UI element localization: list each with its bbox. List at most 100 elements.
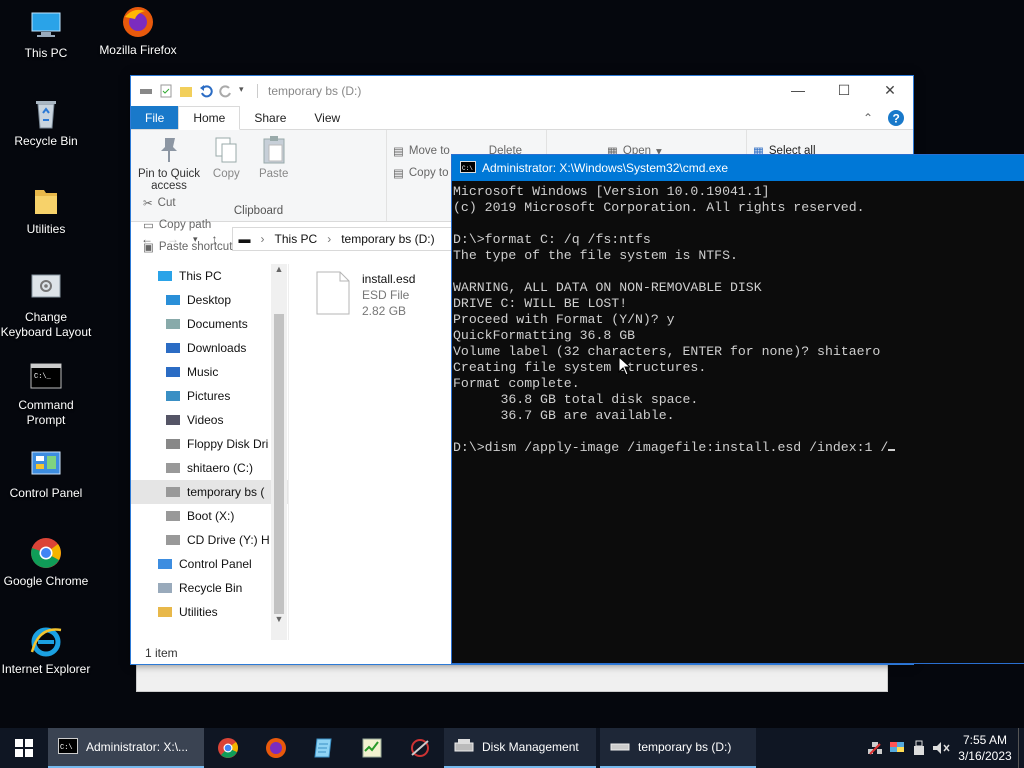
paste-shortcut-button[interactable]: ▣ Paste shortcut bbox=[143, 236, 232, 258]
nav-item-label: Utilities bbox=[179, 605, 218, 619]
nav-item[interactable]: CD Drive (Y:) H bbox=[131, 528, 288, 552]
tab-file[interactable]: File bbox=[131, 106, 179, 129]
task-manager-icon bbox=[362, 738, 382, 758]
scroll-up-icon[interactable]: ▲ bbox=[271, 264, 287, 274]
cmd-line: The type of the file system is NTFS. bbox=[453, 248, 1024, 264]
nav-scrollbar[interactable]: ▲ ▼ bbox=[271, 264, 287, 640]
copy-button[interactable]: Copy bbox=[204, 134, 248, 180]
drive-icon bbox=[165, 485, 181, 499]
nav-item[interactable]: Pictures bbox=[131, 384, 288, 408]
tab-home[interactable]: Home bbox=[178, 106, 241, 130]
svg-text:?: ? bbox=[893, 111, 900, 125]
paste-button[interactable]: Paste bbox=[252, 134, 296, 180]
taskbar-pin-task-manager[interactable] bbox=[348, 728, 396, 768]
network-icon[interactable] bbox=[864, 728, 886, 768]
clock-date: 3/16/2023 bbox=[958, 749, 1012, 763]
pin-to-quick-access-button[interactable]: Pin to Quick access bbox=[137, 134, 201, 192]
nav-item[interactable]: Music bbox=[131, 360, 288, 384]
start-button[interactable] bbox=[0, 728, 48, 768]
nav-item[interactable]: shitaero (C:) bbox=[131, 456, 288, 480]
copy-path-button[interactable]: ▭ Copy path bbox=[143, 214, 232, 236]
maximize-button[interactable]: ☐ bbox=[821, 76, 867, 104]
desktop-icon-chrome[interactable]: Google Chrome bbox=[0, 536, 92, 589]
nav-item-label: CD Drive (Y:) H bbox=[187, 533, 270, 547]
display-icon[interactable] bbox=[886, 728, 908, 768]
show-desktop-button[interactable] bbox=[1018, 728, 1024, 768]
tab-view[interactable]: View bbox=[300, 106, 354, 129]
desktop-icon-utilities[interactable]: Utilities bbox=[0, 184, 92, 237]
nav-item[interactable]: Boot (X:) bbox=[131, 504, 288, 528]
cmd-line-text: 36.8 GB total disk space. bbox=[453, 392, 699, 407]
usb-device-icon[interactable] bbox=[908, 728, 930, 768]
nav-item[interactable]: Videos bbox=[131, 408, 288, 432]
music-icon bbox=[165, 365, 181, 379]
desktop-icon-label: Internet Explorer bbox=[1, 662, 91, 676]
copy-to-label: Copy to bbox=[408, 167, 449, 179]
scroll-thumb[interactable] bbox=[274, 314, 284, 614]
nav-item[interactable]: Control Panel bbox=[131, 552, 288, 576]
desktop-icon-this-pc[interactable]: This PC bbox=[0, 8, 92, 61]
redo-icon[interactable] bbox=[219, 84, 233, 98]
desktop-icon-control-panel[interactable]: Control Panel bbox=[0, 448, 92, 501]
cmd-line-text: Format complete. bbox=[453, 376, 580, 391]
paste-shortcut-label: Paste shortcut bbox=[158, 241, 233, 253]
desktop-icon-label: This PC bbox=[24, 46, 68, 60]
properties-icon[interactable] bbox=[159, 84, 173, 98]
nav-item[interactable]: Recycle Bin bbox=[131, 576, 288, 600]
desktop-icon-command-prompt[interactable]: C:\_ Command Prompt bbox=[0, 360, 92, 428]
taskbar-item-explorer[interactable]: temporary bs (D:) bbox=[600, 728, 756, 768]
recycle-bin-icon bbox=[29, 96, 63, 130]
taskbar-pin-chrome[interactable] bbox=[204, 728, 252, 768]
chevron-down-icon[interactable]: ▾ bbox=[239, 84, 247, 98]
collapse-ribbon-icon[interactable]: ⌃ bbox=[863, 106, 887, 129]
nav-item[interactable]: Utilities bbox=[131, 600, 288, 624]
taskbar-pin-notepad[interactable] bbox=[300, 728, 348, 768]
desktop-icon-change-keyboard[interactable]: Change Keyboard Layout bbox=[0, 272, 92, 340]
command-prompt-window[interactable]: C:\ Administrator: X:\Windows\System32\c… bbox=[451, 154, 1024, 664]
taskbar-item-cmd[interactable]: C:\ Administrator: X:\... bbox=[48, 728, 204, 768]
taskbar-item-label: Administrator: X:\... bbox=[86, 740, 189, 754]
nav-item-label: Music bbox=[187, 365, 219, 379]
nav-item[interactable]: Documents bbox=[131, 312, 288, 336]
cmd-output[interactable]: Microsoft Windows [Version 10.0.19041.1]… bbox=[452, 181, 1024, 456]
text-cursor bbox=[888, 449, 896, 451]
desktop-icon-label: Google Chrome bbox=[3, 574, 89, 588]
nav-item[interactable]: Downloads bbox=[131, 336, 288, 360]
cmd-line-text: D:\>dism /apply-image /imagefile:install… bbox=[453, 440, 889, 455]
cmd-titlebar[interactable]: C:\ Administrator: X:\Windows\System32\c… bbox=[452, 155, 1024, 181]
nav-item[interactable]: This PC bbox=[131, 264, 288, 288]
desktop-icon-internet-explorer[interactable]: Internet Explorer bbox=[0, 624, 92, 677]
breadcrumb-this-pc[interactable]: This PC bbox=[275, 232, 318, 246]
undo-icon[interactable] bbox=[199, 84, 213, 98]
paste-shortcut-icon: ▣ bbox=[143, 242, 154, 254]
clock[interactable]: 7:55 AM 3/16/2023 bbox=[952, 732, 1018, 764]
minimize-button[interactable]: — bbox=[775, 76, 821, 104]
tab-share[interactable]: Share bbox=[240, 106, 300, 129]
desktop-icon-label: Change Keyboard Layout bbox=[0, 310, 92, 339]
new-folder-icon[interactable] bbox=[179, 84, 193, 98]
cmd-line bbox=[453, 424, 1024, 440]
downloads-icon bbox=[165, 341, 181, 355]
paste-label: Paste bbox=[258, 168, 289, 180]
help-icon[interactable]: ? bbox=[887, 106, 913, 129]
nav-item[interactable]: Desktop bbox=[131, 288, 288, 312]
desktop-icon-firefox[interactable]: Mozilla Firefox bbox=[92, 5, 184, 58]
file-item[interactable]: install.esd ESD File 2.82 GB bbox=[316, 271, 415, 319]
desktop-icon-label: Command Prompt bbox=[18, 398, 74, 427]
snipping-tool-icon bbox=[411, 739, 429, 757]
breadcrumb-drive[interactable]: temporary bs (D:) bbox=[341, 232, 434, 246]
pictures-icon bbox=[165, 389, 181, 403]
scroll-down-icon[interactable]: ▼ bbox=[271, 614, 287, 624]
desktop-icon-recycle-bin[interactable]: Recycle Bin bbox=[0, 96, 92, 149]
taskbar-pin-firefox[interactable] bbox=[252, 728, 300, 768]
desktop-icon-label: Control Panel bbox=[9, 486, 83, 500]
close-button[interactable]: ✕ bbox=[867, 76, 913, 104]
nav-item[interactable]: temporary bs ( bbox=[131, 480, 288, 504]
taskbar-item-disk-management[interactable]: Disk Management bbox=[444, 728, 596, 768]
volume-muted-icon[interactable] bbox=[930, 728, 952, 768]
nav-item[interactable]: Floppy Disk Dri bbox=[131, 432, 288, 456]
explorer-title: temporary bs (D:) bbox=[257, 84, 361, 98]
explorer-titlebar[interactable]: ▾ temporary bs (D:) — ☐ ✕ bbox=[131, 76, 913, 106]
taskbar-pin-snipping-tool[interactable] bbox=[396, 728, 444, 768]
cmd-line: Format complete. bbox=[453, 376, 1024, 392]
